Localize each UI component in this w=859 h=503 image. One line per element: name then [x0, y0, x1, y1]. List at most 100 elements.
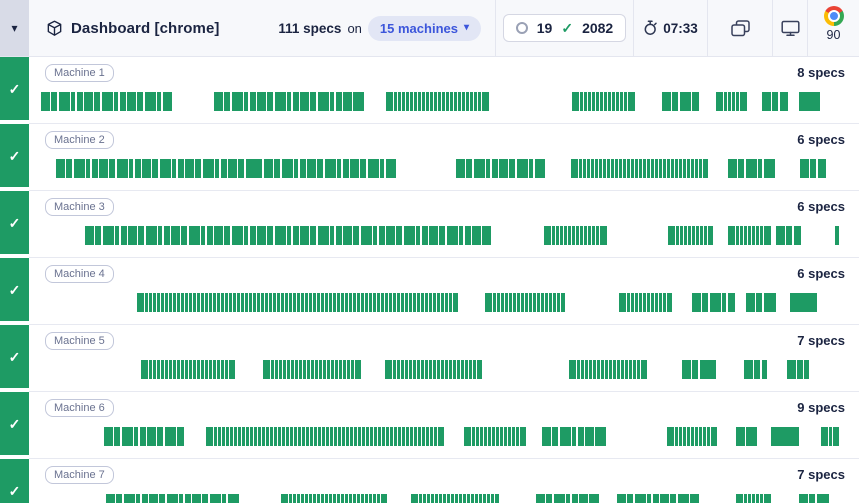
monitor-icon — [781, 20, 800, 37]
spec-bar[interactable] — [762, 92, 788, 111]
spec-bar[interactable] — [617, 494, 699, 503]
spec-bar[interactable] — [141, 360, 235, 379]
spec-bar[interactable] — [821, 427, 839, 446]
machine-badge[interactable]: Machine 6 — [45, 399, 114, 417]
chrome-icon — [824, 6, 844, 26]
spec-bar[interactable] — [692, 293, 735, 312]
chevron-down-icon: ▾ — [464, 23, 469, 33]
on-label: on — [347, 21, 361, 36]
frames-icon — [730, 19, 751, 38]
spec-bar[interactable] — [728, 159, 775, 178]
machine-passed-block: ✓ — [0, 392, 29, 455]
spec-bar[interactable] — [281, 494, 387, 503]
spec-bar[interactable] — [572, 92, 635, 111]
machine-passed-block: ✓ — [0, 191, 29, 254]
spec-bar[interactable] — [544, 226, 607, 245]
spec-count-label: 6 specs — [797, 132, 845, 147]
spec-bar[interactable] — [386, 92, 489, 111]
spec-bar[interactable] — [790, 293, 817, 312]
spec-bar[interactable] — [571, 159, 708, 178]
spec-bar[interactable] — [542, 427, 606, 446]
check-icon: ✓ — [561, 21, 573, 35]
spec-bar[interactable] — [799, 494, 829, 503]
machine-row: ✓ Machine 4 6 specs — [0, 258, 859, 325]
spec-bar[interactable] — [662, 92, 699, 111]
spec-bar[interactable] — [746, 293, 776, 312]
title-area: Dashboard [chrome] — [29, 0, 278, 56]
spec-bar[interactable] — [569, 360, 647, 379]
machine-passed-block: ✓ — [0, 124, 29, 187]
machine-badge[interactable]: Machine 1 — [45, 64, 114, 82]
spec-bar[interactable] — [106, 494, 239, 503]
check-icon: ✓ — [9, 82, 21, 96]
spec-bar[interactable] — [104, 427, 184, 446]
spec-bar[interactable] — [771, 427, 799, 446]
machine-badge[interactable]: Machine 7 — [45, 466, 114, 484]
machine-status-column: ✓ — [0, 459, 29, 503]
machine-timeline: Machine 1 8 specs — [29, 57, 859, 124]
spec-bar[interactable] — [736, 427, 757, 446]
spec-count-label: 9 specs — [797, 400, 845, 415]
spec-bar[interactable] — [776, 226, 801, 245]
check-icon: ✓ — [9, 216, 21, 230]
check-icon: ✓ — [9, 350, 21, 364]
spec-bar[interactable] — [667, 427, 717, 446]
check-icon: ✓ — [9, 149, 21, 163]
spec-bar[interactable] — [385, 360, 482, 379]
screenshots-button[interactable] — [707, 0, 772, 56]
spec-bar[interactable] — [264, 159, 396, 178]
spec-count-label: 6 specs — [797, 199, 845, 214]
machine-badge[interactable]: Machine 2 — [45, 131, 114, 149]
machine-timeline: Machine 7 7 specs — [29, 459, 859, 503]
test-counts-pill[interactable]: 19 ✓ 2082 — [503, 14, 626, 42]
machine-badge[interactable]: Machine 5 — [45, 332, 114, 350]
spec-bar[interactable] — [485, 293, 565, 312]
spec-bar[interactable] — [206, 427, 444, 446]
spec-bar[interactable] — [536, 494, 599, 503]
check-icon: ✓ — [9, 484, 21, 498]
machine-rows: ✓ Machine 1 8 specs ✓ Machine 2 6 specs … — [0, 57, 859, 503]
machine-timeline: Machine 4 6 specs — [29, 258, 859, 325]
machine-timeline: Machine 6 9 specs — [29, 392, 859, 459]
spec-count-label: 6 specs — [797, 266, 845, 281]
spec-bar[interactable] — [787, 360, 809, 379]
machine-passed-block: ✓ — [0, 325, 29, 388]
spec-count-label: 7 specs — [797, 333, 845, 348]
spec-bar[interactable] — [728, 226, 771, 245]
spec-bar[interactable] — [456, 159, 545, 178]
monitor-button[interactable] — [772, 0, 807, 56]
spec-bar[interactable] — [85, 226, 491, 245]
collapse-panel-button[interactable]: ▾ — [0, 0, 29, 56]
spec-bar[interactable] — [835, 226, 839, 245]
machine-row: ✓ Machine 3 6 specs — [0, 191, 859, 258]
machine-status-column: ✓ — [0, 392, 29, 459]
machine-badge[interactable]: Machine 3 — [45, 198, 114, 216]
spec-count-label: 8 specs — [797, 65, 845, 80]
spec-bar[interactable] — [214, 92, 364, 111]
machine-badge[interactable]: Machine 4 — [45, 265, 114, 283]
machine-timeline: Machine 2 6 specs — [29, 124, 859, 191]
spec-bar[interactable] — [263, 360, 361, 379]
spec-bar[interactable] — [736, 494, 771, 503]
machine-status-column: ✓ — [0, 191, 29, 258]
machine-timeline: Machine 3 6 specs — [29, 191, 859, 258]
spec-bar[interactable] — [41, 92, 172, 111]
header: ▾ Dashboard [chrome] 111 specs on 15 mac… — [0, 0, 859, 57]
spec-bar[interactable] — [799, 92, 820, 111]
machines-dropdown[interactable]: 15 machines ▾ — [368, 16, 481, 41]
spec-bar[interactable] — [464, 427, 526, 446]
spec-bar[interactable] — [411, 494, 499, 503]
machine-row: ✓ Machine 7 7 specs — [0, 459, 859, 503]
machine-row: ✓ Machine 5 7 specs — [0, 325, 859, 392]
passed-count: 2082 — [582, 20, 613, 36]
spec-bar[interactable] — [619, 293, 672, 312]
spec-bar[interactable] — [744, 360, 767, 379]
spec-bar[interactable] — [682, 360, 716, 379]
machines-dropdown-label: 15 machines — [380, 21, 458, 36]
spec-bar[interactable] — [56, 159, 262, 178]
spec-bar[interactable] — [716, 92, 747, 111]
spec-bar[interactable] — [668, 226, 713, 245]
spec-bar[interactable] — [137, 293, 458, 312]
machine-passed-block: ✓ — [0, 459, 29, 503]
spec-bar[interactable] — [800, 159, 826, 178]
